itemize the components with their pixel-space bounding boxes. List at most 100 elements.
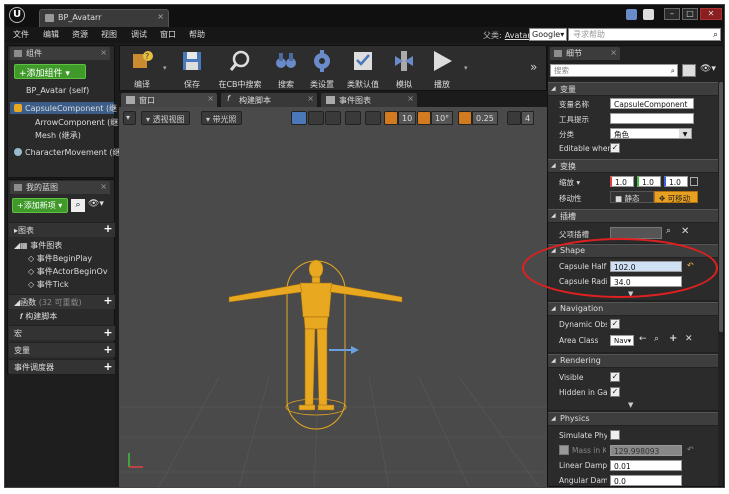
simulate-button[interactable]: 模拟 xyxy=(384,48,424,90)
close-button[interactable]: ✕ xyxy=(700,8,722,20)
pin-icon[interactable] xyxy=(643,9,654,20)
add-icon[interactable]: + xyxy=(669,333,677,344)
content-browser-icon[interactable] xyxy=(626,9,637,20)
clear-icon[interactable]: ✕ xyxy=(685,334,693,344)
mass-override-checkbox[interactable] xyxy=(559,445,569,455)
variable-name-field[interactable]: CapsuleComponent xyxy=(610,98,694,109)
scale-y-field[interactable]: 1.0 xyxy=(637,176,661,187)
visibility-options-icon[interactable]: 👁▾ xyxy=(700,64,716,74)
search-icon[interactable]: ⌕ xyxy=(713,29,718,41)
linear-damping-field[interactable]: 0.01 xyxy=(610,460,682,471)
functions-section-header[interactable]: ◢函数 (32 可重载) xyxy=(9,294,115,309)
add-graph-icon[interactable]: + xyxy=(103,223,113,234)
event-item-actorbeginoverlap[interactable]: ◇ 事件ActorBeginOv xyxy=(28,266,108,277)
add-macro-icon[interactable]: + xyxy=(103,327,113,338)
tooltip-field[interactable] xyxy=(610,113,694,124)
minimize-button[interactable]: – xyxy=(664,8,680,20)
tab-viewport[interactable]: 窗口 × xyxy=(121,93,217,107)
class-defaults-button[interactable]: 类默认值 xyxy=(340,48,386,90)
mobility-static-button[interactable]: ■ 静态 xyxy=(610,191,654,203)
my-blueprint-tab-close-icon[interactable]: × xyxy=(100,182,107,191)
search-icon[interactable]: ⌕ xyxy=(671,65,675,76)
my-blueprint-tab[interactable]: 我的蓝图 × xyxy=(10,181,110,194)
component-self[interactable]: BP_Avatar (self) xyxy=(26,86,89,95)
compile-options-chevron-icon[interactable]: ▾ xyxy=(163,64,167,72)
lock-icon[interactable] xyxy=(690,177,698,186)
find-in-cb-button[interactable]: 在CB中搜索 xyxy=(216,48,264,90)
scale-x-field[interactable]: 1.0 xyxy=(610,176,634,187)
macros-section-header[interactable]: 宏 xyxy=(9,325,115,340)
tab-construction-close-icon[interactable]: × xyxy=(307,94,314,103)
construction-script-item[interactable]: 𝒇 构建脚本 xyxy=(20,311,57,322)
viewport[interactable]: ▾ ▾ 透视视图 ▾ 带光照 10 10° 0.25 4 xyxy=(119,107,547,487)
save-button[interactable]: 保存 xyxy=(172,48,212,90)
sockets-section-header[interactable]: ◢ 插槽 xyxy=(548,209,718,222)
physics-section-header[interactable]: ◢ Physics xyxy=(548,412,718,425)
variables-section-header[interactable]: 变量 xyxy=(9,342,115,357)
add-new-button[interactable]: +添加新项 ▾ xyxy=(12,198,68,213)
unreal-logo-icon[interactable]: U xyxy=(9,7,25,23)
tab-event-graph-close-icon[interactable]: × xyxy=(407,94,414,103)
add-function-icon[interactable]: + xyxy=(103,295,113,306)
compile-button[interactable]: ? 编译 xyxy=(122,48,162,90)
simulate-physics-checkbox[interactable] xyxy=(610,430,620,440)
add-variable-icon[interactable]: + xyxy=(103,344,113,355)
hidden-in-game-checkbox[interactable]: ✓ xyxy=(610,387,620,397)
dynamic-obstacle-checkbox[interactable]: ✓ xyxy=(610,319,620,329)
clear-icon[interactable]: ✕ xyxy=(681,226,689,237)
menu-debug[interactable]: 调试 xyxy=(131,29,147,40)
tab-viewport-close-icon[interactable]: × xyxy=(207,94,214,103)
variable-section-header[interactable]: ◢ 变量 xyxy=(548,82,718,95)
menu-help[interactable]: 帮助 xyxy=(189,29,205,40)
graphs-section-header[interactable]: ▸图表 xyxy=(9,222,115,237)
menu-window[interactable]: 窗口 xyxy=(160,29,176,40)
search-icon[interactable]: ⌕ xyxy=(666,226,671,236)
components-tab-close-icon[interactable]: × xyxy=(100,48,107,57)
menu-asset[interactable]: 资源 xyxy=(72,29,88,40)
transform-section-header[interactable]: ◢ 变换 xyxy=(548,159,718,172)
editable-checkbox[interactable]: ✓ xyxy=(610,143,620,153)
search-icon[interactable]: ⌕ xyxy=(654,334,659,344)
component-arrow[interactable]: ArrowComponent (继 xyxy=(35,117,118,128)
dispatchers-section-header[interactable]: 事件调度器 xyxy=(9,359,115,374)
category-select[interactable]: 角色 ▼ xyxy=(610,128,692,139)
play-options-chevron-icon[interactable]: ▾ xyxy=(464,64,468,72)
tab-construction-script[interactable]: f 构建脚本 × xyxy=(221,93,317,107)
menu-view[interactable]: 视图 xyxy=(101,29,117,40)
visible-checkbox[interactable]: ✓ xyxy=(610,372,620,382)
menu-edit[interactable]: 编辑 xyxy=(43,29,59,40)
tab-close-icon[interactable]: × xyxy=(157,12,164,21)
scale-z-field[interactable]: 1.0 xyxy=(664,176,688,187)
add-dispatcher-icon[interactable]: + xyxy=(103,361,113,372)
play-button[interactable]: 播放 xyxy=(422,48,462,90)
menu-file[interactable]: 文件 xyxy=(13,29,29,40)
rendering-section-header[interactable]: ◢ Rendering xyxy=(548,354,718,367)
visibility-icon[interactable]: 👁▾ xyxy=(88,199,110,212)
component-mesh[interactable]: Mesh (继承) xyxy=(35,130,81,141)
back-arrow-icon[interactable]: ← xyxy=(639,334,647,344)
event-item-beginplay[interactable]: ◇ 事件BeginPlay xyxy=(28,253,92,264)
maximize-button[interactable]: □ xyxy=(682,8,698,20)
angular-damping-field[interactable]: 0.0 xyxy=(610,475,682,486)
search-engine-select[interactable]: Google▾ xyxy=(529,28,567,41)
document-tab-bp-avatar[interactable]: BP_Avatarr × xyxy=(39,9,169,27)
help-search-input[interactable]: 寻求帮助 ⌕ xyxy=(568,28,721,41)
mass-field[interactable]: 129.998093 xyxy=(610,445,682,456)
search-icon[interactable]: ⌕ xyxy=(71,199,85,212)
component-capsule[interactable]: CapsuleComponent (继 xyxy=(25,103,117,114)
reset-to-default-icon[interactable]: ↶ xyxy=(687,445,694,454)
details-scrollbar[interactable] xyxy=(719,82,723,332)
rendering-expand-chevron-icon[interactable]: ▼ xyxy=(628,401,633,409)
event-graph-item[interactable]: ◢▦ 事件图表 xyxy=(14,240,62,251)
details-tab-close-icon[interactable]: × xyxy=(610,48,617,57)
parent-class-link[interactable]: Avatar xyxy=(505,31,531,40)
toolbar-overflow-icon[interactable]: » xyxy=(530,60,537,74)
property-matrix-icon[interactable] xyxy=(682,64,696,77)
search-button[interactable]: 搜索 xyxy=(266,48,306,90)
class-settings-button[interactable]: 类设置 xyxy=(302,48,342,90)
area-class-select[interactable]: Nav▾ xyxy=(610,335,634,346)
details-tab[interactable]: 细节 × xyxy=(550,47,620,60)
event-item-tick[interactable]: ◇ 事件Tick xyxy=(28,279,69,290)
details-search-input[interactable]: 搜索 ⌕ xyxy=(550,64,678,77)
components-tab[interactable]: 组件 × xyxy=(10,47,110,60)
